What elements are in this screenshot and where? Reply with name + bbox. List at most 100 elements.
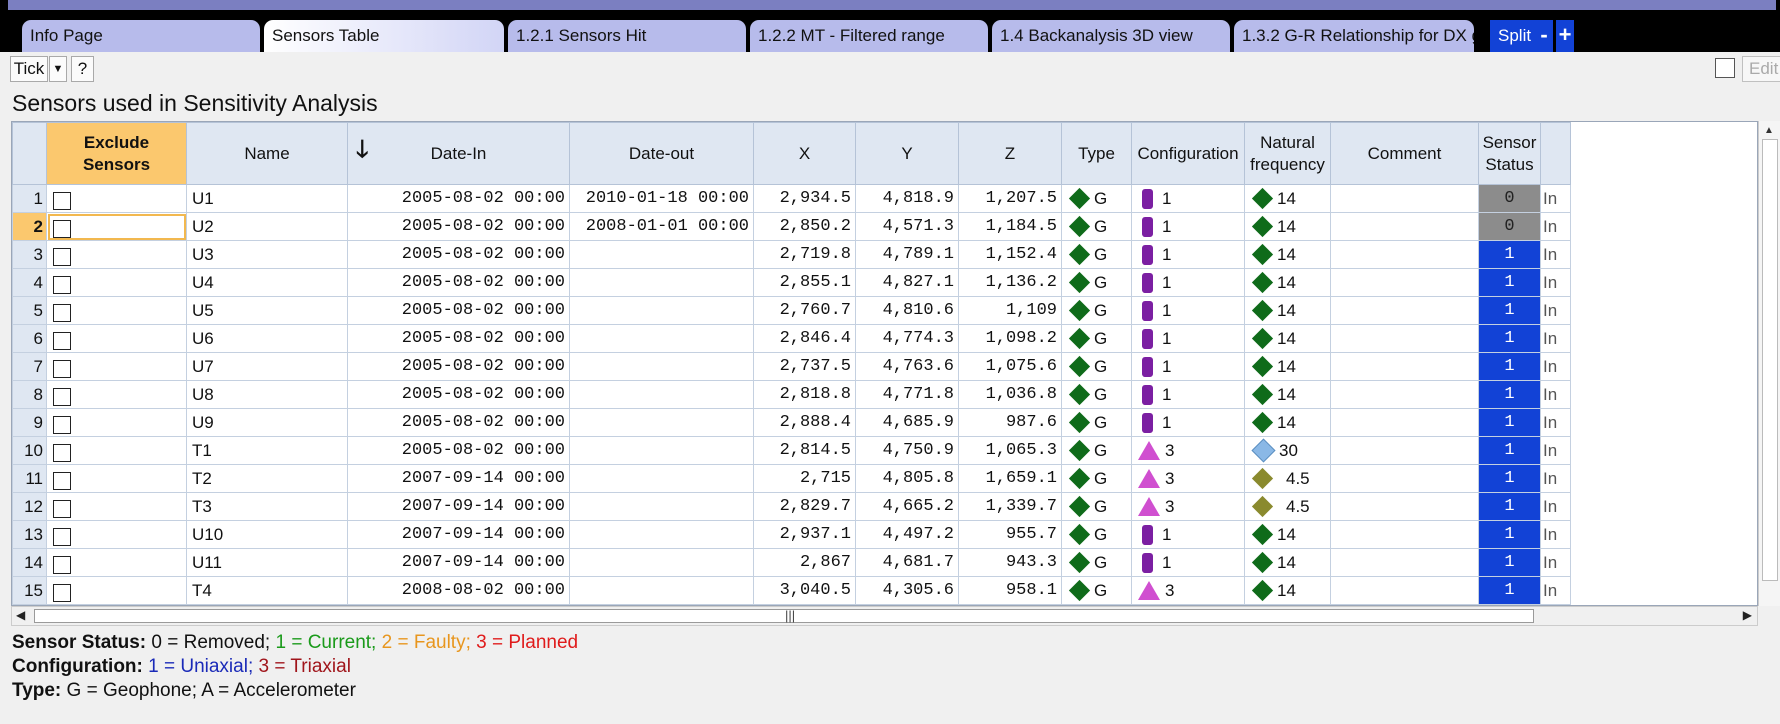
z-cell[interactable]: 955.7 bbox=[958, 520, 1062, 549]
y-cell[interactable]: 4,774.3 bbox=[855, 324, 959, 353]
sensor-status-cell[interactable]: 1 bbox=[1478, 492, 1541, 521]
x-cell[interactable]: 2,846.4 bbox=[753, 324, 856, 353]
configuration-cell[interactable]: 1 bbox=[1131, 548, 1245, 577]
configuration-cell[interactable]: 3 bbox=[1131, 576, 1245, 605]
exclude-sensor-cell[interactable] bbox=[46, 324, 187, 353]
col-header-sensor-status[interactable]: Sensor Status bbox=[1478, 122, 1541, 185]
overflow-cell[interactable]: In bbox=[1540, 324, 1571, 353]
sensor-status-cell[interactable]: 1 bbox=[1478, 464, 1541, 493]
exclude-checkbox[interactable] bbox=[53, 331, 71, 350]
date-out-cell[interactable] bbox=[569, 240, 754, 269]
table-row[interactable]: 11 T2 2007-09-14 00:00 2,715 4,805.8 1,659.1 G… bbox=[12, 464, 1571, 493]
date-out-cell[interactable] bbox=[569, 380, 754, 409]
row-number[interactable]: 9 bbox=[12, 408, 47, 437]
edit-button[interactable]: Edit bbox=[1742, 56, 1780, 82]
col-header-y[interactable]: Y bbox=[855, 122, 959, 185]
exclude-sensor-cell[interactable] bbox=[46, 520, 187, 549]
z-cell[interactable]: 1,109 bbox=[958, 296, 1062, 325]
comment-cell[interactable] bbox=[1330, 324, 1479, 353]
sort-descending-icon[interactable]: 🡓 bbox=[356, 138, 368, 162]
date-out-cell[interactable]: 2010-01-18 00:00 bbox=[569, 184, 754, 213]
tab-sensors-table[interactable]: Sensors Table bbox=[264, 20, 504, 52]
x-cell[interactable]: 2,715 bbox=[753, 464, 856, 493]
row-number[interactable]: 14 bbox=[12, 548, 47, 577]
tab-backanalysis-3d[interactable]: 1.4 Backanalysis 3D view bbox=[992, 20, 1230, 52]
table-row[interactable]: 3 U3 2005-08-02 00:00 2,719.8 4,789.1 1,152.4… bbox=[12, 240, 1571, 269]
exclude-checkbox[interactable] bbox=[53, 555, 71, 574]
natural-frequency-cell[interactable]: 14 bbox=[1244, 324, 1331, 353]
exclude-sensor-cell[interactable] bbox=[46, 268, 187, 297]
date-in-cell[interactable]: 2005-08-02 00:00 bbox=[347, 268, 570, 297]
sensor-name[interactable]: T1 bbox=[186, 436, 348, 465]
configuration-cell[interactable]: 3 bbox=[1131, 464, 1245, 493]
date-in-cell[interactable]: 2008-08-02 00:00 bbox=[347, 576, 570, 605]
comment-cell[interactable] bbox=[1330, 520, 1479, 549]
exclude-checkbox[interactable] bbox=[53, 359, 71, 378]
sensor-name[interactable]: U6 bbox=[186, 324, 348, 353]
date-in-cell[interactable]: 2007-09-14 00:00 bbox=[347, 492, 570, 521]
table-row[interactable]: 4 U4 2005-08-02 00:00 2,855.1 4,827.1 1,136.2… bbox=[12, 268, 1571, 297]
configuration-cell[interactable]: 3 bbox=[1131, 436, 1245, 465]
sensor-name[interactable]: U1 bbox=[186, 184, 348, 213]
type-cell[interactable]: G bbox=[1061, 184, 1132, 213]
sensor-name[interactable]: T4 bbox=[186, 576, 348, 605]
natural-frequency-cell[interactable]: 14 bbox=[1244, 240, 1331, 269]
type-cell[interactable]: G bbox=[1061, 212, 1132, 241]
configuration-cell[interactable]: 1 bbox=[1131, 212, 1245, 241]
natural-frequency-cell[interactable]: 14 bbox=[1244, 184, 1331, 213]
exclude-checkbox[interactable] bbox=[53, 443, 71, 462]
z-cell[interactable]: 1,659.1 bbox=[958, 464, 1062, 493]
comment-cell[interactable] bbox=[1330, 212, 1479, 241]
tab-sensors-hit[interactable]: 1.2.1 Sensors Hit bbox=[508, 20, 746, 52]
natural-frequency-cell[interactable]: 30 bbox=[1244, 436, 1331, 465]
exclude-sensor-cell[interactable] bbox=[46, 408, 187, 437]
z-cell[interactable]: 1,184.5 bbox=[958, 212, 1062, 241]
exclude-sensor-cell[interactable] bbox=[46, 492, 187, 521]
type-cell[interactable]: G bbox=[1061, 492, 1132, 521]
col-header-type[interactable]: Type bbox=[1061, 122, 1132, 185]
natural-frequency-cell[interactable]: 14 bbox=[1244, 352, 1331, 381]
table-row[interactable]: 2 U2 2005-08-02 00:00 2008-01-01 00:00 2,850… bbox=[12, 212, 1571, 241]
exclude-sensor-cell[interactable] bbox=[46, 352, 187, 381]
overflow-cell[interactable]: In bbox=[1540, 184, 1571, 213]
table-row[interactable]: 8 U8 2005-08-02 00:00 2,818.8 4,771.8 1,036.8… bbox=[12, 380, 1571, 409]
z-cell[interactable]: 1,075.6 bbox=[958, 352, 1062, 381]
sensor-status-cell[interactable]: 1 bbox=[1478, 408, 1541, 437]
x-cell[interactable]: 2,855.1 bbox=[753, 268, 856, 297]
exclude-checkbox[interactable] bbox=[53, 387, 71, 406]
date-in-cell[interactable]: 2005-08-02 00:00 bbox=[347, 436, 570, 465]
date-in-cell[interactable]: 2005-08-02 00:00 bbox=[347, 184, 570, 213]
natural-frequency-cell[interactable]: 14 bbox=[1244, 548, 1331, 577]
exclude-sensor-cell[interactable] bbox=[46, 380, 187, 409]
z-cell[interactable]: 1,098.2 bbox=[958, 324, 1062, 353]
overflow-cell[interactable]: In bbox=[1540, 268, 1571, 297]
sensor-name[interactable]: T2 bbox=[186, 464, 348, 493]
comment-cell[interactable] bbox=[1330, 352, 1479, 381]
col-header-date-out[interactable]: Date-out bbox=[569, 122, 754, 185]
sensor-status-cell[interactable]: 1 bbox=[1478, 268, 1541, 297]
type-cell[interactable]: G bbox=[1061, 324, 1132, 353]
z-cell[interactable]: 1,036.8 bbox=[958, 380, 1062, 409]
type-cell[interactable]: G bbox=[1061, 352, 1132, 381]
tick-button[interactable]: Tick bbox=[10, 56, 48, 82]
overflow-cell[interactable]: In bbox=[1540, 548, 1571, 577]
scroll-left-icon[interactable]: ◀ bbox=[16, 608, 25, 622]
row-number[interactable]: 5 bbox=[12, 296, 47, 325]
z-cell[interactable]: 987.6 bbox=[958, 408, 1062, 437]
type-cell[interactable]: G bbox=[1061, 240, 1132, 269]
tab-gr-relationship[interactable]: 1.3.2 G-R Relationship for DX group bbox=[1234, 20, 1474, 52]
natural-frequency-cell[interactable]: 4.5 bbox=[1244, 492, 1331, 521]
type-cell[interactable]: G bbox=[1061, 436, 1132, 465]
y-cell[interactable]: 4,305.6 bbox=[855, 576, 959, 605]
x-cell[interactable]: 2,850.2 bbox=[753, 212, 856, 241]
y-cell[interactable]: 4,789.1 bbox=[855, 240, 959, 269]
date-out-cell[interactable] bbox=[569, 520, 754, 549]
natural-frequency-cell[interactable]: 4.5 bbox=[1244, 464, 1331, 493]
date-in-cell[interactable]: 2005-08-02 00:00 bbox=[347, 324, 570, 353]
exclude-sensor-cell[interactable] bbox=[46, 464, 187, 493]
y-cell[interactable]: 4,750.9 bbox=[855, 436, 959, 465]
date-out-cell[interactable] bbox=[569, 492, 754, 521]
z-cell[interactable]: 943.3 bbox=[958, 548, 1062, 577]
y-cell[interactable]: 4,771.8 bbox=[855, 380, 959, 409]
configuration-cell[interactable]: 1 bbox=[1131, 380, 1245, 409]
